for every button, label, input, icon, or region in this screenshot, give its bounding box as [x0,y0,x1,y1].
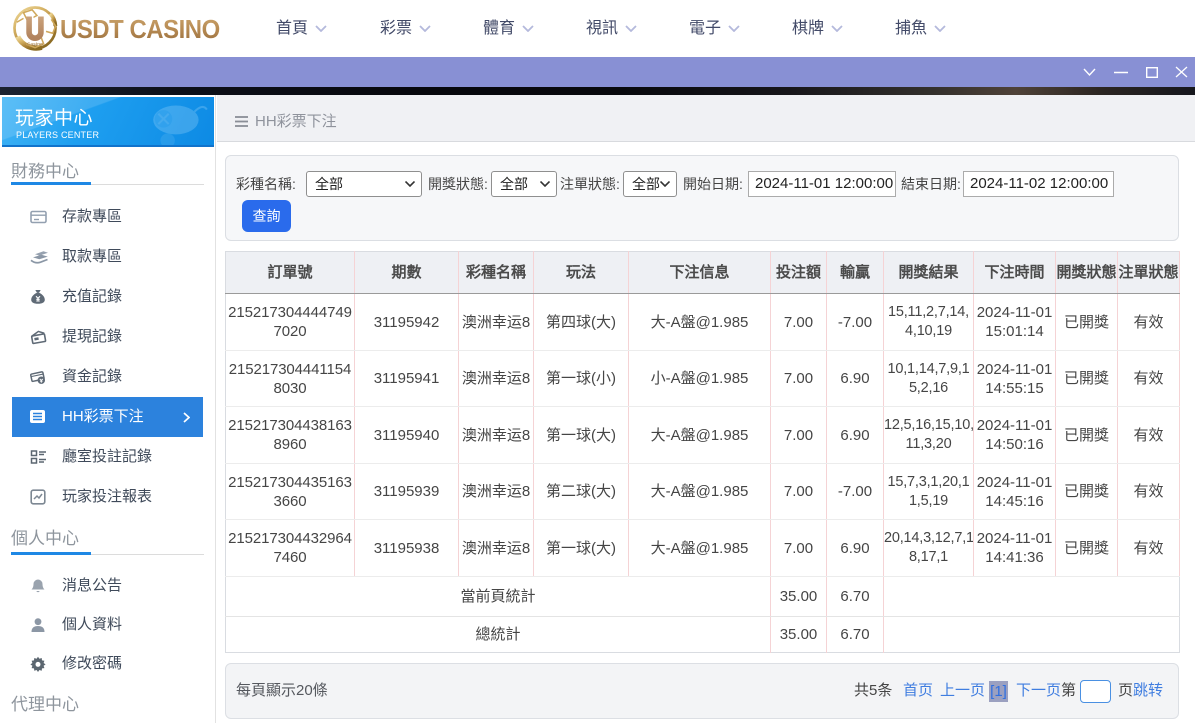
svg-text:Casino: Casino [27,42,43,48]
